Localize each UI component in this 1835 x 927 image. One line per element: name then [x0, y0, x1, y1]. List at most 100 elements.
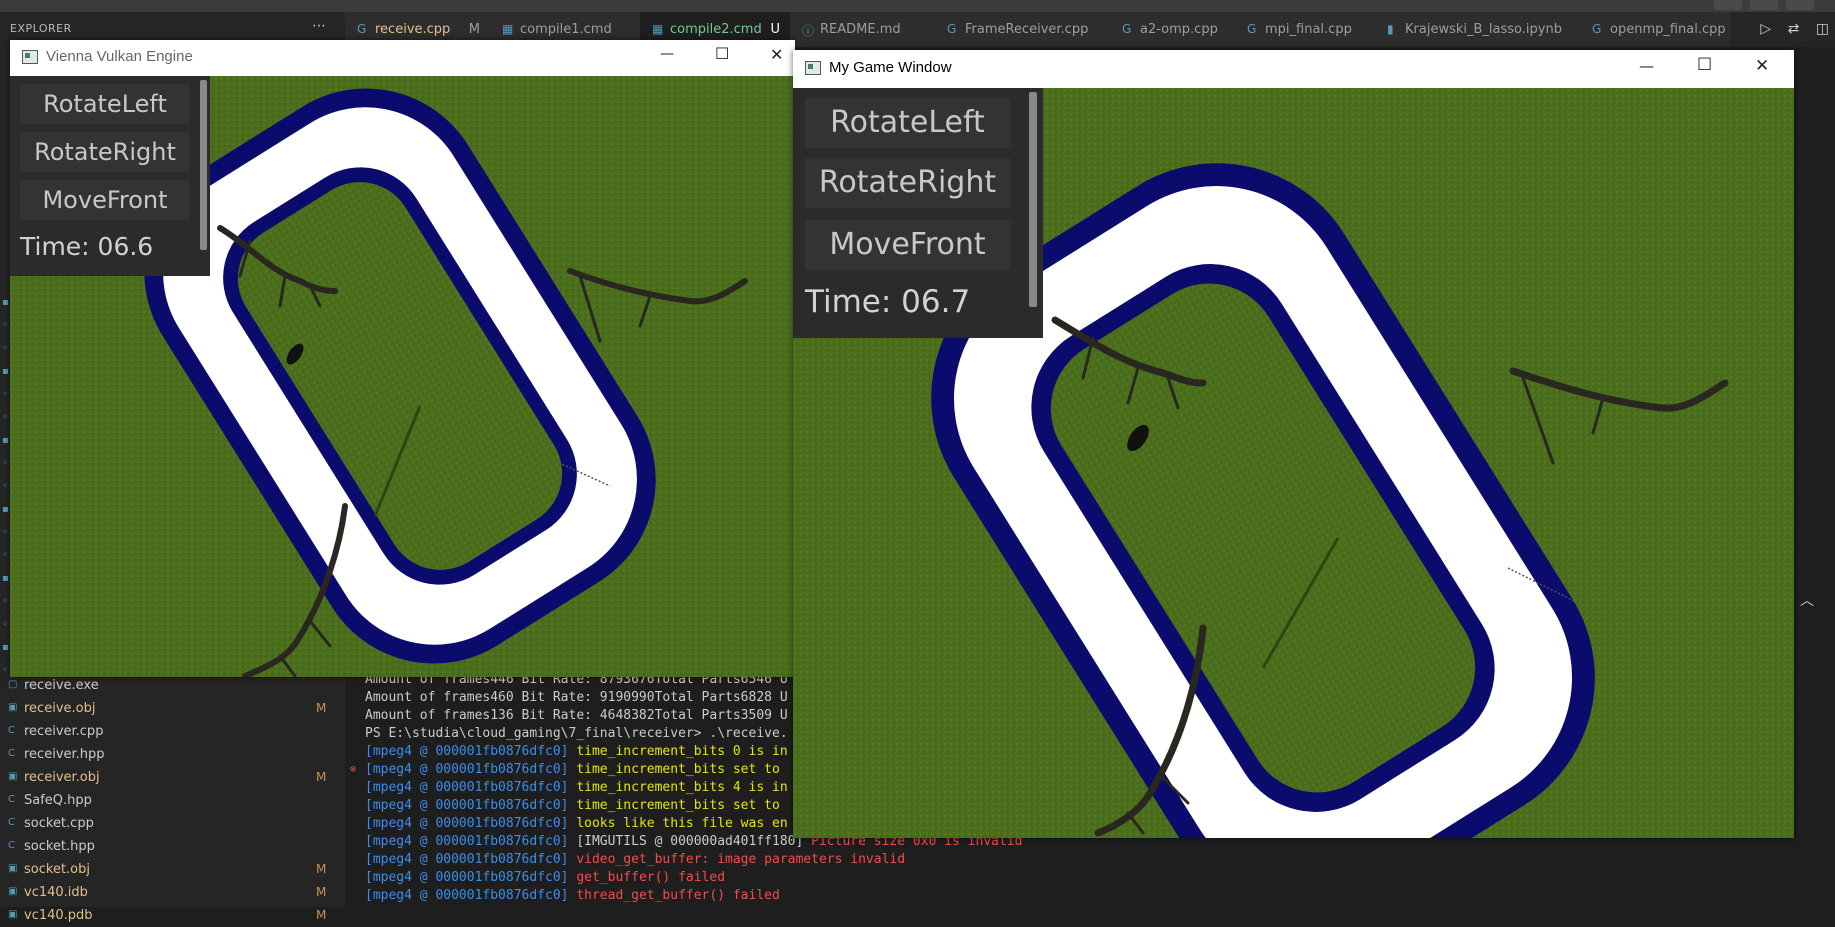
file-item[interactable]: ▣ vc140.pdb M — [0, 905, 345, 927]
terminal-line: [mpeg4 @ 000001fb0876dfc0] get_buffer() … — [365, 870, 725, 888]
window-title: Vienna Vulkan Engine — [46, 48, 193, 65]
file-name: receiver.obj — [24, 770, 100, 785]
explorer-title: EXPLORER — [10, 22, 72, 35]
file-name: socket.obj — [24, 862, 90, 877]
file-item[interactable]: Creceiver.hpp — [0, 744, 345, 766]
file-item[interactable]: ▢ receive.exe — [0, 675, 345, 697]
log-prefix: [mpeg4 @ 000001fb0876dfc0] — [365, 816, 569, 831]
file-name: receiver.cpp — [24, 724, 104, 739]
file-type-icon: ◦ — [2, 320, 8, 331]
error-marker-icon: ⊗ — [350, 764, 357, 775]
file-type-icon: ◦ — [2, 389, 8, 400]
panel-scrollbar[interactable] — [1029, 92, 1037, 307]
file-name: vc140.idb — [24, 885, 88, 900]
file-item[interactable]: Csocket.hpp — [0, 836, 345, 858]
maximize-icon[interactable]: ☐ — [715, 44, 729, 63]
log-prefix: [mpeg4 @ 000001fb0876dfc0] — [365, 744, 569, 759]
layout-control-icon[interactable] — [1750, 0, 1778, 10]
minimize-icon[interactable]: — — [660, 46, 674, 62]
file-name: receiver.hpp — [24, 747, 105, 762]
editor-tab[interactable]: ▮ Krajewski_B_lasso.ipynb — [1375, 12, 1581, 47]
terminal-line: [mpeg4 @ 000001fb0876dfc0] thread_get_bu… — [365, 888, 780, 906]
log-text: video_get_buffer: image parameters inval… — [568, 852, 906, 867]
log-prefix: [mpeg4 @ 000001fb0876dfc0] — [365, 870, 569, 885]
control-panel: RotateLeft RotateRight MoveFront Time: 0… — [10, 76, 210, 276]
log-prefix: [mpeg4 @ 000001fb0876dfc0] — [365, 780, 569, 795]
move-front-button[interactable]: MoveFront — [20, 180, 190, 220]
editor-tab[interactable]: Gmpi_final.cpp — [1235, 12, 1376, 47]
panel-scrollbar[interactable] — [200, 80, 207, 250]
log-text: get_buffer() failed — [568, 870, 726, 885]
tab-label: a2-omp.cpp — [1140, 22, 1218, 37]
binary-file-icon: ▣ — [8, 863, 18, 874]
file-item[interactable]: ▣ receive.obj M — [0, 698, 345, 720]
file-type-icon: ▪ — [2, 435, 9, 446]
file-item[interactable]: ▣ receiver.obj M — [0, 767, 345, 789]
terminal-line: [mpeg4 @ 000001fb0876dfc0] time_incremen… — [365, 744, 788, 762]
game-viewport[interactable]: RotateLeft RotateRight MoveFront Time: 0… — [793, 88, 1794, 838]
my-game-window[interactable]: My Game Window — ☐ ✕ RotateLeft RotateRi… — [793, 50, 1794, 838]
file-item[interactable]: ▣ socket.obj M — [0, 859, 345, 881]
file-name: socket.hpp — [24, 839, 95, 854]
git-status-badge: M — [316, 862, 327, 876]
file-type-icon: ◦ — [2, 527, 8, 538]
terminal-line: [mpeg4 @ 000001fb0876dfc0] time_incremen… — [365, 798, 780, 816]
ellipsis-icon[interactable]: ⋯ — [312, 18, 326, 34]
log-text: Amount of frames136 Bit Rate: 4648382Tot… — [365, 708, 788, 723]
log-prefix: [mpeg4 @ 000001fb0876dfc0] — [365, 762, 569, 777]
cpp-file-icon: G — [947, 22, 957, 36]
close-icon[interactable]: ✕ — [1755, 56, 1769, 76]
minimize-icon[interactable]: — — [1639, 57, 1654, 75]
git-status-badge: U — [770, 22, 780, 37]
tab-label: FrameReceiver.cpp — [965, 22, 1089, 37]
maximize-icon[interactable]: ☐ — [1697, 55, 1712, 75]
git-status-badge: M — [316, 908, 327, 922]
layout-control-icon[interactable] — [1714, 0, 1742, 10]
tab-label: Krajewski_B_lasso.ipynb — [1405, 22, 1562, 37]
editor-tab[interactable]: ⓘ README.md — [790, 12, 936, 47]
info-icon: ⓘ — [802, 24, 815, 38]
layout-control-icon[interactable] — [1786, 0, 1814, 10]
cpp-file-icon: C — [8, 725, 15, 736]
run-icon[interactable]: ▷ — [1760, 21, 1771, 37]
log-prefix: [mpeg4 @ 000001fb0876dfc0] — [365, 852, 569, 867]
time-label: Time: 06.7 — [805, 284, 971, 320]
file-item[interactable]: ▣ vc140.idb M — [0, 882, 345, 904]
control-panel: RotateLeft RotateRight MoveFront Time: 0… — [793, 88, 1043, 338]
git-status-badge: M — [316, 885, 327, 899]
move-front-button[interactable]: MoveFront — [805, 220, 1010, 270]
rotate-right-button[interactable]: RotateRight — [805, 158, 1010, 208]
window-titlebar[interactable]: My Game Window — ☐ ✕ — [793, 50, 1794, 88]
chevron-up-icon[interactable]: ︿ — [1800, 590, 1814, 610]
cpp-file-icon: G — [1122, 22, 1132, 36]
log-text: PS E:\studia\cloud_gaming\7_final\receiv… — [365, 726, 788, 741]
hpp-file-icon: C — [8, 840, 15, 851]
binary-file-icon: ▣ — [8, 909, 18, 920]
file-item[interactable]: Creceiver.cpp — [0, 721, 345, 743]
file-item[interactable]: Csocket.cpp — [0, 813, 345, 835]
file-type-icon: ◦ — [2, 550, 8, 561]
log-text: time_increment_bits set to — [568, 798, 780, 813]
close-icon[interactable]: ✕ — [770, 45, 783, 64]
game-viewport[interactable]: RotateLeft RotateRight MoveFront Time: 0… — [10, 76, 795, 677]
rotate-left-button[interactable]: RotateLeft — [20, 84, 190, 124]
file-type-icon: ◦ — [2, 619, 8, 630]
app-icon — [22, 50, 38, 64]
compare-icon[interactable]: ⇄ — [1788, 21, 1800, 37]
window-titlebar[interactable]: Vienna Vulkan Engine — ☐ ✕ — [10, 40, 795, 76]
editor-tab[interactable]: G FrameReceiver.cpp — [935, 12, 1111, 47]
cpp-file-icon: G — [1247, 22, 1257, 36]
vienna-vulkan-engine-window[interactable]: Vienna Vulkan Engine — ☐ ✕ RotateLeft Ro… — [10, 40, 795, 677]
rotate-right-button[interactable]: RotateRight — [20, 132, 190, 172]
file-type-icon: ◦ — [2, 481, 8, 492]
file-name: receive.exe — [24, 678, 99, 693]
log-prefix: [mpeg4 @ 000001fb0876dfc0] — [365, 888, 569, 903]
editor-tab[interactable]: Gopenmp_final.cpp — [1580, 12, 1731, 47]
cpp-file-icon: G — [1592, 22, 1602, 36]
tab-label: mpi_final.cpp — [1265, 22, 1352, 37]
editor-tab[interactable]: Ga2-omp.cpp — [1110, 12, 1236, 47]
file-item[interactable]: C SafeQ.hpp — [0, 790, 345, 812]
rotate-left-button[interactable]: RotateLeft — [805, 98, 1010, 148]
split-editor-icon[interactable]: ◫ — [1816, 21, 1829, 37]
terminal-line: Amount of frames460 Bit Rate: 9190990Tot… — [365, 690, 788, 708]
